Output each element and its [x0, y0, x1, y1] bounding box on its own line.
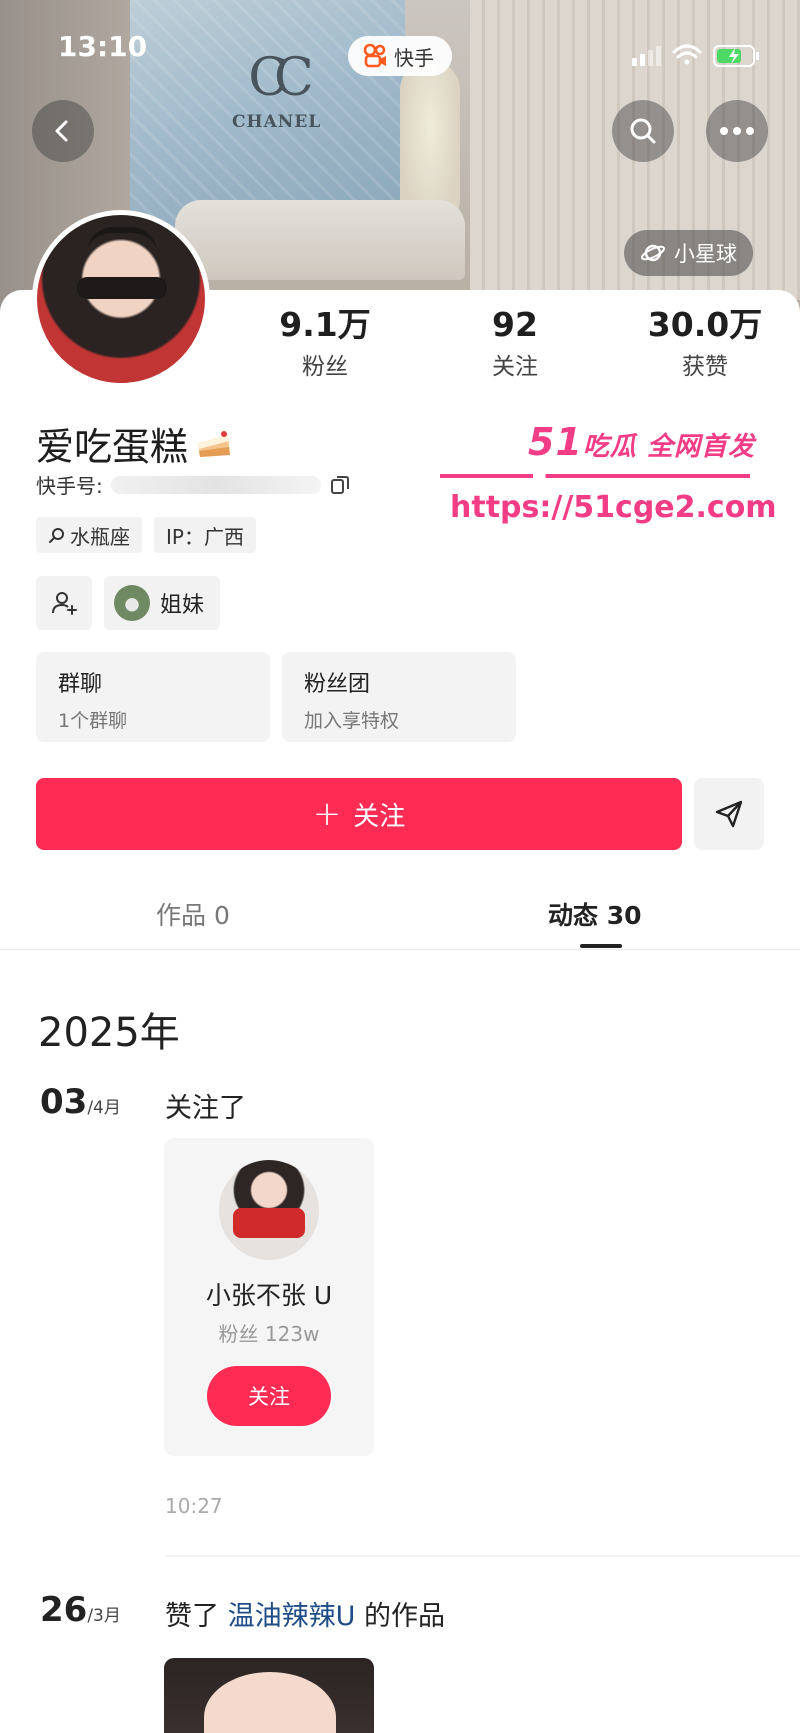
- stat-value: 92: [492, 305, 538, 344]
- status-bar: 13:10 快手: [0, 22, 800, 76]
- profile-nickname-row: 爱吃蛋糕: [36, 416, 234, 471]
- entry-prefix: 赞了: [165, 1601, 219, 1632]
- stat-fans[interactable]: 9.1万 粉丝: [230, 305, 420, 381]
- group-subtitle: 加入享特权: [304, 710, 400, 732]
- nickname: 爱吃蛋糕: [36, 425, 189, 469]
- tab-moments[interactable]: 动态 30: [548, 896, 642, 932]
- entry-day: 03: [40, 1082, 88, 1122]
- cake-icon: [198, 430, 231, 457]
- back-button[interactable]: [32, 100, 94, 162]
- kuaishou-id-value-blurred: [110, 475, 321, 494]
- little-planet-button[interactable]: 小星球: [624, 230, 753, 276]
- entry-time: 10:27: [165, 1494, 223, 1518]
- follow-button[interactable]: + 关注: [36, 778, 682, 850]
- watermark-slogan: 吃瓜 全网首发: [582, 432, 755, 462]
- profile-stats: 9.1万 粉丝 92 关注 30.0万 获赞: [230, 305, 800, 381]
- group-chat-card[interactable]: 群聊 1个群聊: [36, 652, 270, 742]
- copy-icon[interactable]: [329, 474, 351, 496]
- avatar[interactable]: [32, 210, 210, 388]
- more-dots-icon: [720, 127, 754, 135]
- watermark-title: 51吃瓜 全网首发: [528, 420, 755, 464]
- feed-year: 2025年: [38, 1010, 180, 1056]
- profile-tags: 水瓶座 IP：广西: [36, 517, 256, 553]
- entry-action: 关注了: [165, 1093, 246, 1124]
- relation-sisters-button[interactable]: 姐妹: [104, 576, 221, 630]
- status-icons: [632, 44, 759, 67]
- follow-label: 关注: [353, 801, 406, 832]
- search-button[interactable]: [612, 100, 674, 162]
- entry-day: 26: [40, 1590, 88, 1630]
- tag-zodiac[interactable]: 水瓶座: [36, 517, 142, 553]
- message-button[interactable]: [694, 778, 764, 850]
- signal-icon: [632, 46, 661, 66]
- tag-label: 水瓶座: [70, 524, 130, 549]
- watermark: 51吃瓜 全网首发 https://51cge2.com: [440, 420, 777, 530]
- add-friend-button[interactable]: [36, 576, 92, 630]
- stat-value: 9.1万: [279, 305, 371, 344]
- little-planet-label: 小星球: [674, 242, 737, 266]
- entry-date: 03/4月: [40, 1082, 121, 1122]
- divider: [165, 1555, 800, 1557]
- search-icon: [630, 118, 656, 144]
- relation-avatar: [114, 585, 150, 621]
- kuaishou-id: 快手号:: [36, 470, 351, 499]
- plus-icon: +: [312, 794, 342, 834]
- tab-works[interactable]: 作品 0: [156, 896, 230, 932]
- app-name: 快手: [394, 45, 434, 70]
- stat-label: 获赞: [682, 354, 728, 380]
- entry-action: 赞了 温油辣辣U 的作品: [165, 1594, 445, 1633]
- entry-month: /3月: [87, 1606, 121, 1626]
- stat-following[interactable]: 92 关注: [420, 305, 610, 381]
- active-tab-indicator: [580, 944, 622, 948]
- kuaishou-id-label: 快手号:: [36, 474, 103, 498]
- group-entries: 群聊 1个群聊 粉丝团 加入享特权: [36, 652, 516, 742]
- stat-value: 30.0万: [647, 305, 763, 344]
- followed-user-follow-button[interactable]: 关注: [207, 1366, 331, 1426]
- kuaishou-logo-icon: [363, 43, 386, 68]
- planet-icon: [640, 244, 666, 262]
- stat-label: 粉丝: [302, 354, 348, 380]
- fan-club-card[interactable]: 粉丝团 加入享特权: [282, 652, 516, 742]
- wifi-icon: [672, 44, 702, 65]
- add-user-icon: [52, 592, 77, 615]
- entry-suffix: 的作品: [363, 1601, 445, 1632]
- status-time: 13:10: [58, 30, 148, 63]
- liked-author-link[interactable]: 温油辣辣U: [228, 1601, 356, 1632]
- followed-user-card[interactable]: 小张不张 U 粉丝 123w 关注: [164, 1138, 374, 1456]
- profile-tabs: 作品 0 动态 30: [0, 878, 800, 950]
- followed-user-avatar[interactable]: [219, 1160, 319, 1260]
- app-indicator[interactable]: 快手: [348, 36, 452, 76]
- liked-post-thumbnail[interactable]: [164, 1658, 374, 1733]
- send-icon: [715, 800, 743, 828]
- battery-icon: [713, 45, 759, 67]
- tag-label: IP：广西: [166, 524, 244, 549]
- group-title: 群聊: [58, 672, 103, 697]
- group-title: 粉丝团: [304, 672, 371, 697]
- followed-user-name: 小张不张 U: [205, 1281, 333, 1310]
- entry-date: 26/3月: [40, 1590, 121, 1630]
- watermark-url: https://51cge2.com: [450, 490, 777, 525]
- watermark-number: 51: [528, 420, 583, 464]
- action-row: + 关注: [36, 778, 764, 850]
- search-icon: [49, 528, 64, 543]
- relation-label: 姐妹: [160, 593, 205, 618]
- followed-user-fans: 粉丝 123w: [218, 1322, 320, 1346]
- watermark-bar: [440, 474, 750, 478]
- relation-row: 姐妹: [36, 576, 221, 630]
- entry-month: /4月: [87, 1098, 121, 1118]
- chevron-left-icon: [55, 120, 68, 142]
- tag-ip-location: IP：广西: [154, 517, 256, 553]
- stat-label: 关注: [492, 354, 538, 380]
- stat-likes[interactable]: 30.0万 获赞: [610, 305, 800, 381]
- more-button[interactable]: [706, 100, 768, 162]
- group-subtitle: 1个群聊: [58, 710, 128, 732]
